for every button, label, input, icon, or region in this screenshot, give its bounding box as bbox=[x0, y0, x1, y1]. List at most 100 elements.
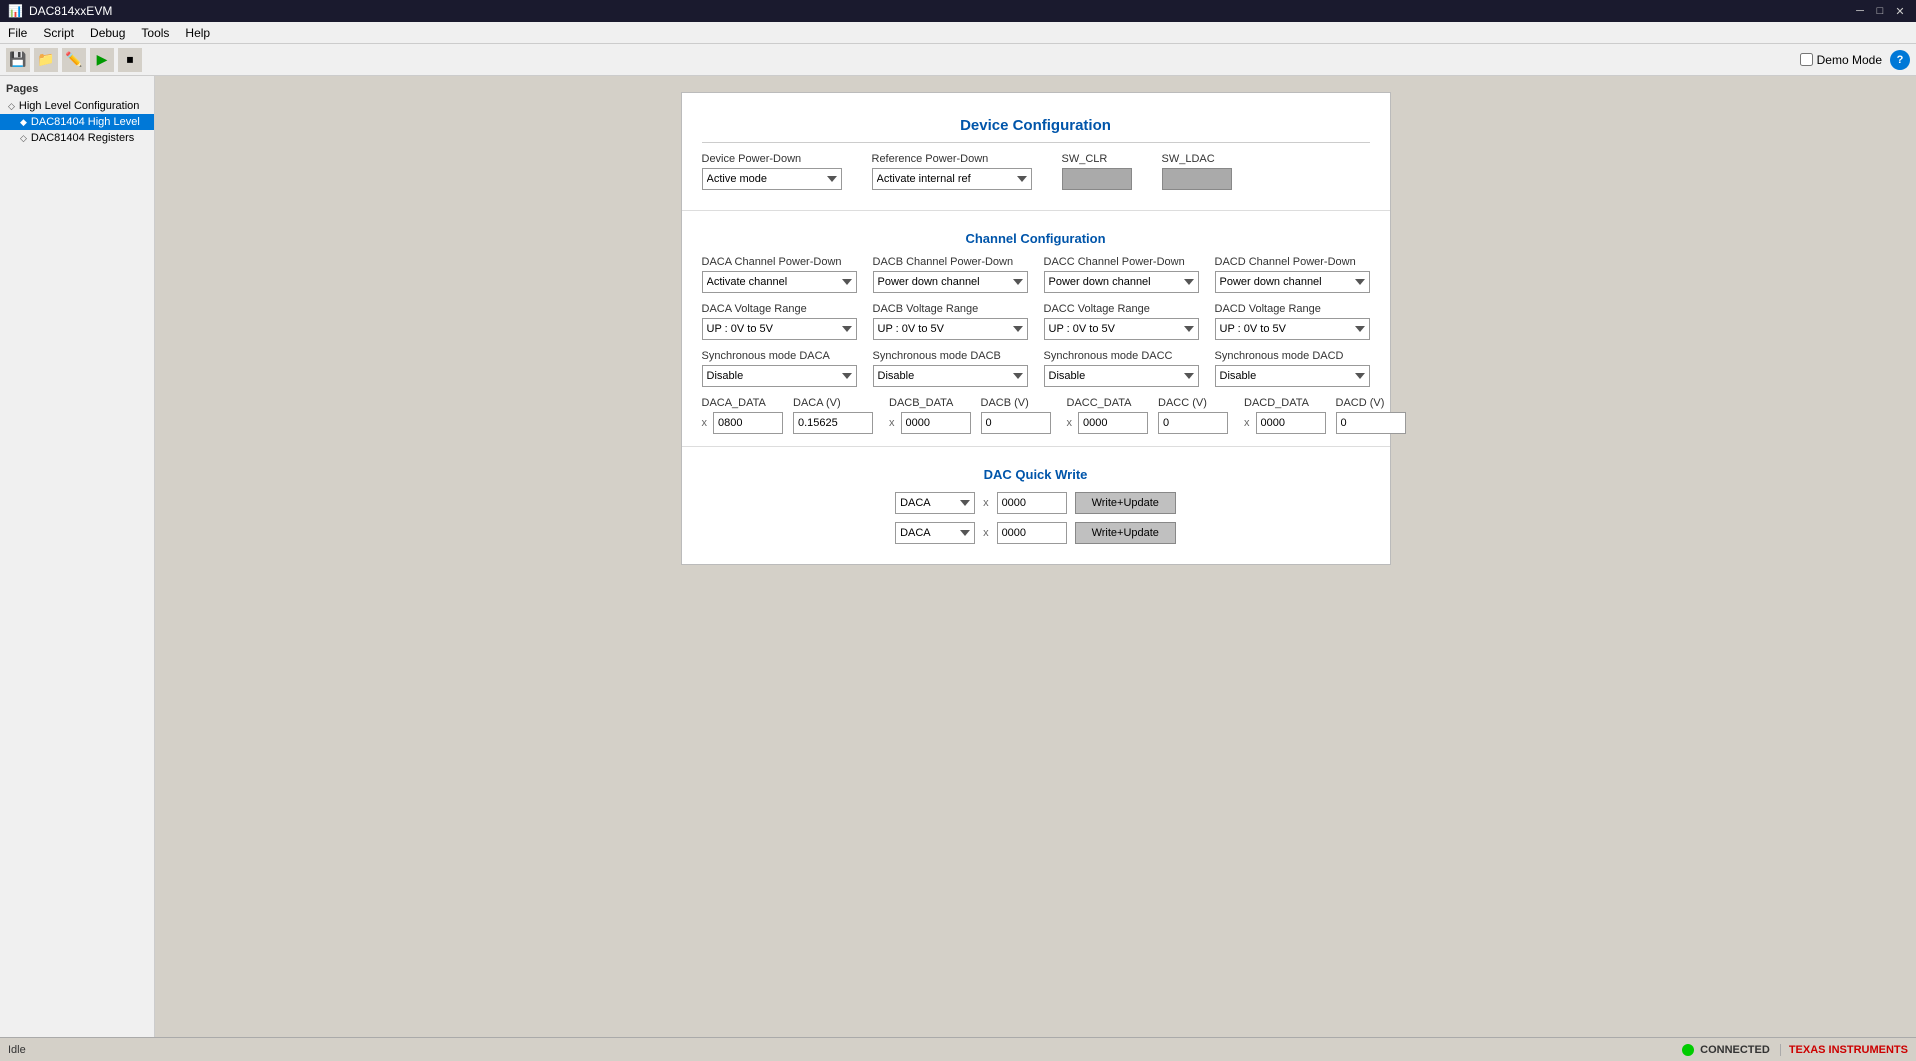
dacc-powerdown-select[interactable]: Activate channel Power down channel bbox=[1044, 271, 1199, 293]
daca-sync-label: Synchronous mode DACA bbox=[702, 350, 857, 362]
dacc-data-label: DACC_DATA bbox=[1067, 397, 1149, 409]
toolbar: 💾 📁 ✏️ ▶ ⏹ Demo Mode ? bbox=[0, 44, 1916, 76]
device-powerdown-group: Device Power-Down Active mode Power down… bbox=[702, 153, 842, 190]
dacc-vrange-col: DACC Voltage Range UP : 0V to 5V bbox=[1044, 303, 1199, 340]
daca-volt-label: DACA (V) bbox=[793, 397, 873, 409]
dacc-sync-col: Synchronous mode DACC Disable Enable bbox=[1044, 350, 1199, 387]
dacb-data-col: DACB_DATA x DACB (V) bbox=[889, 397, 1051, 434]
dacb-powerdown-col: DACB Channel Power-Down Activate channel… bbox=[873, 256, 1028, 293]
quick-write-section: DAC Quick Write DACA DACB DACC DACD x Wr… bbox=[682, 447, 1390, 564]
daca-volt-input[interactable] bbox=[793, 412, 873, 434]
dacd-vrange-label: DACD Voltage Range bbox=[1215, 303, 1370, 315]
reference-powerdown-group: Reference Power-Down Activate internal r… bbox=[872, 153, 1032, 190]
daca-sync-select[interactable]: Disable Enable bbox=[702, 365, 857, 387]
toolbar-run-button[interactable]: ▶ bbox=[90, 48, 114, 72]
dacb-sync-col: Synchronous mode DACB Disable Enable bbox=[873, 350, 1028, 387]
pages-label: Pages bbox=[6, 83, 38, 95]
minimize-button[interactable]: ─ bbox=[1852, 3, 1868, 19]
dacb-vrange-label: DACB Voltage Range bbox=[873, 303, 1028, 315]
daca-data-input[interactable] bbox=[713, 412, 783, 434]
channel-config-title: Channel Configuration bbox=[702, 223, 1370, 256]
help-button[interactable]: ? bbox=[1890, 50, 1910, 70]
dacd-volt-label: DACD (V) bbox=[1336, 397, 1406, 409]
sidebar-item-dac81404-registers[interactable]: ◇ DAC81404 Registers bbox=[0, 130, 154, 146]
toolbar-open-button[interactable]: 📁 bbox=[34, 48, 58, 72]
daca-powerdown-col: DACA Channel Power-Down Activate channel… bbox=[702, 256, 857, 293]
quick-write-value-1[interactable] bbox=[997, 492, 1067, 514]
ti-logo: TEXAS INSTRUMENTS bbox=[1780, 1044, 1908, 1056]
dacd-data-x: x bbox=[1244, 417, 1250, 429]
dacd-sync-select[interactable]: Disable Enable bbox=[1215, 365, 1370, 387]
dacb-sync-label: Synchronous mode DACB bbox=[873, 350, 1028, 362]
menu-file[interactable]: File bbox=[0, 24, 35, 42]
device-config-title: Device Configuration bbox=[702, 105, 1370, 143]
dacc-data-input[interactable] bbox=[1078, 412, 1148, 434]
write-update-button-2[interactable]: Write+Update bbox=[1075, 522, 1176, 544]
daca-vrange-select[interactable]: UP : 0V to 5V UP : 0V to 2.5V UP : 0V to… bbox=[702, 318, 857, 340]
dacd-volt-input[interactable] bbox=[1336, 412, 1406, 434]
qw-x-1: x bbox=[983, 497, 989, 509]
dacd-sync-label: Synchronous mode DACD bbox=[1215, 350, 1370, 362]
powerdown-grid: DACA Channel Power-Down Activate channel… bbox=[702, 256, 1370, 293]
dacd-volt-group: DACD (V) bbox=[1336, 397, 1406, 434]
sidebar-item-dac81404-highlevel[interactable]: ◆ DAC81404 High Level bbox=[0, 114, 154, 130]
sw-ldac-group: SW_LDAC bbox=[1162, 153, 1232, 190]
quick-write-value-2[interactable] bbox=[997, 522, 1067, 544]
device-powerdown-select[interactable]: Active mode Power down 1k Power down 100… bbox=[702, 168, 842, 190]
restore-button[interactable]: □ bbox=[1872, 3, 1888, 19]
dacc-sync-label: Synchronous mode DACC bbox=[1044, 350, 1199, 362]
toolbar-save-button[interactable]: 💾 bbox=[6, 48, 30, 72]
dacc-vrange-label: DACC Voltage Range bbox=[1044, 303, 1199, 315]
menu-help[interactable]: Help bbox=[177, 24, 218, 42]
toolbar-edit-button[interactable]: ✏️ bbox=[62, 48, 86, 72]
statusbar: Idle CONNECTED TEXAS INSTRUMENTS bbox=[0, 1037, 1916, 1061]
dacc-vrange-select[interactable]: UP : 0V to 5V bbox=[1044, 318, 1199, 340]
dacc-data-row: x bbox=[1067, 412, 1149, 434]
titlebar: 📊 DAC814xxEVM ─ □ ✕ bbox=[0, 0, 1916, 22]
demo-mode-label: Demo Mode bbox=[1817, 53, 1882, 67]
close-button[interactable]: ✕ bbox=[1892, 3, 1908, 19]
sidebar-item-high-level-config[interactable]: ◇ High Level Configuration bbox=[0, 98, 154, 114]
sw-ldac-button[interactable] bbox=[1162, 168, 1232, 190]
reference-powerdown-select[interactable]: Activate internal ref Power down ref Ext… bbox=[872, 168, 1032, 190]
menu-tools[interactable]: Tools bbox=[133, 24, 177, 42]
demo-mode-group: Demo Mode ? bbox=[1800, 50, 1910, 70]
dacd-data-input[interactable] bbox=[1256, 412, 1326, 434]
window-controls: ─ □ ✕ bbox=[1852, 3, 1908, 19]
dacb-vrange-select[interactable]: UP : 0V to 5V bbox=[873, 318, 1028, 340]
quick-write-channel-2[interactable]: DACA DACB DACC DACD bbox=[895, 522, 975, 544]
dacc-sync-select[interactable]: Disable Enable bbox=[1044, 365, 1199, 387]
dacc-powerdown-col: DACC Channel Power-Down Activate channel… bbox=[1044, 256, 1199, 293]
voltage-range-grid: DACA Voltage Range UP : 0V to 5V UP : 0V… bbox=[702, 303, 1370, 340]
quick-write-channel-1[interactable]: DACA DACB DACC DACD bbox=[895, 492, 975, 514]
dacb-data-input[interactable] bbox=[901, 412, 971, 434]
device-config-section: Device Configuration Device Power-Down A… bbox=[682, 93, 1390, 211]
dacb-vrange-col: DACB Voltage Range UP : 0V to 5V bbox=[873, 303, 1028, 340]
quick-write-row-2: DACA DACB DACC DACD x Write+Update bbox=[702, 522, 1370, 544]
sidebar-header: Pages bbox=[0, 80, 154, 98]
sidebar-dac81404-highlevel-label: DAC81404 High Level bbox=[31, 116, 140, 128]
content-area: Device Configuration Device Power-Down A… bbox=[155, 76, 1916, 1037]
toolbar-stop-button[interactable]: ⏹ bbox=[118, 48, 142, 72]
reference-powerdown-label: Reference Power-Down bbox=[872, 153, 1032, 165]
dacb-sync-select[interactable]: Disable Enable bbox=[873, 365, 1028, 387]
dacb-data-row: x bbox=[889, 412, 971, 434]
dacd-data-group: DACD_DATA x bbox=[1244, 397, 1326, 434]
dacb-volt-input[interactable] bbox=[981, 412, 1051, 434]
dacb-powerdown-select[interactable]: Activate channel Power down channel bbox=[873, 271, 1028, 293]
data-grid: DACA_DATA x DACA (V) bbox=[702, 397, 1370, 434]
dacc-data-col: DACC_DATA x DACC (V) bbox=[1067, 397, 1229, 434]
menu-script[interactable]: Script bbox=[35, 24, 82, 42]
sw-clr-button[interactable] bbox=[1062, 168, 1132, 190]
dacc-volt-input[interactable] bbox=[1158, 412, 1228, 434]
registers-arrow: ◇ bbox=[20, 133, 27, 144]
menu-debug[interactable]: Debug bbox=[82, 24, 133, 42]
daca-sync-col: Synchronous mode DACA Disable Enable bbox=[702, 350, 857, 387]
daca-data-x: x bbox=[702, 417, 708, 429]
dacd-powerdown-select[interactable]: Activate channel Power down channel bbox=[1215, 271, 1370, 293]
write-update-button-1[interactable]: Write+Update bbox=[1075, 492, 1176, 514]
daca-powerdown-select[interactable]: Activate channel Power down channel bbox=[702, 271, 857, 293]
dacd-vrange-select[interactable]: UP : 0V to 5V bbox=[1215, 318, 1370, 340]
dacb-data-x: x bbox=[889, 417, 895, 429]
demo-mode-checkbox[interactable] bbox=[1800, 53, 1813, 66]
